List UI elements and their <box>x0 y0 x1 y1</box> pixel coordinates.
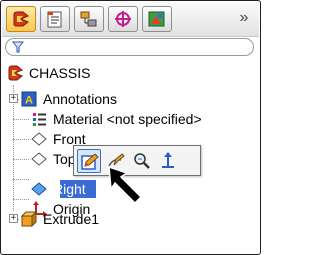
tree-connector <box>13 159 29 160</box>
normal-to-icon <box>162 152 174 168</box>
tab-configurationmanager[interactable] <box>74 6 104 32</box>
mouse-cursor-icon <box>108 165 143 205</box>
tree-connector <box>13 179 29 180</box>
display-manager-icon <box>148 11 165 27</box>
edit-sketch-icon <box>81 153 99 170</box>
tab-featuremanager[interactable] <box>6 6 36 32</box>
plane-icon <box>31 132 47 146</box>
edit-sketch-button[interactable] <box>77 149 101 173</box>
filter-icon <box>12 41 24 53</box>
plane-icon <box>31 152 47 166</box>
tab-overflow-button[interactable]: » <box>234 7 254 29</box>
tree-item-label: Extrude1 <box>43 211 100 227</box>
dimxpert-manager-icon <box>115 11 131 27</box>
extrude-icon <box>21 211 37 227</box>
expand-annotations-button[interactable]: + <box>9 94 18 103</box>
tree-item-label: Annotations <box>43 91 117 107</box>
expand-extrude1-button[interactable]: + <box>9 214 18 223</box>
manager-tab-bar: » <box>2 2 259 37</box>
tree-root-label: CHASSIS <box>29 65 91 81</box>
tree-item-label: Right <box>53 181 86 197</box>
tree-connector <box>13 139 29 140</box>
propertymanager-icon <box>47 11 62 28</box>
featuremanager-tree-icon <box>13 11 29 27</box>
normal-to-button[interactable] <box>156 149 180 173</box>
featuremanager-panel: » CHASSIS + A Annotations Material <not … <box>0 0 261 255</box>
svg-text:A: A <box>25 95 33 107</box>
part-icon <box>8 65 23 81</box>
tree-connector <box>13 85 14 211</box>
plane-icon <box>31 182 47 196</box>
tab-display-manager[interactable] <box>142 6 172 32</box>
tab-dimxpert[interactable] <box>108 6 138 32</box>
tree-connector <box>13 199 29 200</box>
tree-connector <box>13 119 29 120</box>
tree-item-label: Material <not specified> <box>53 111 202 127</box>
tree-filter-bar[interactable] <box>5 38 254 56</box>
annotations-icon: A <box>21 91 37 107</box>
tab-propertymanager[interactable] <box>40 6 70 32</box>
material-icon <box>33 113 46 126</box>
configurationmanager-icon <box>80 11 97 27</box>
